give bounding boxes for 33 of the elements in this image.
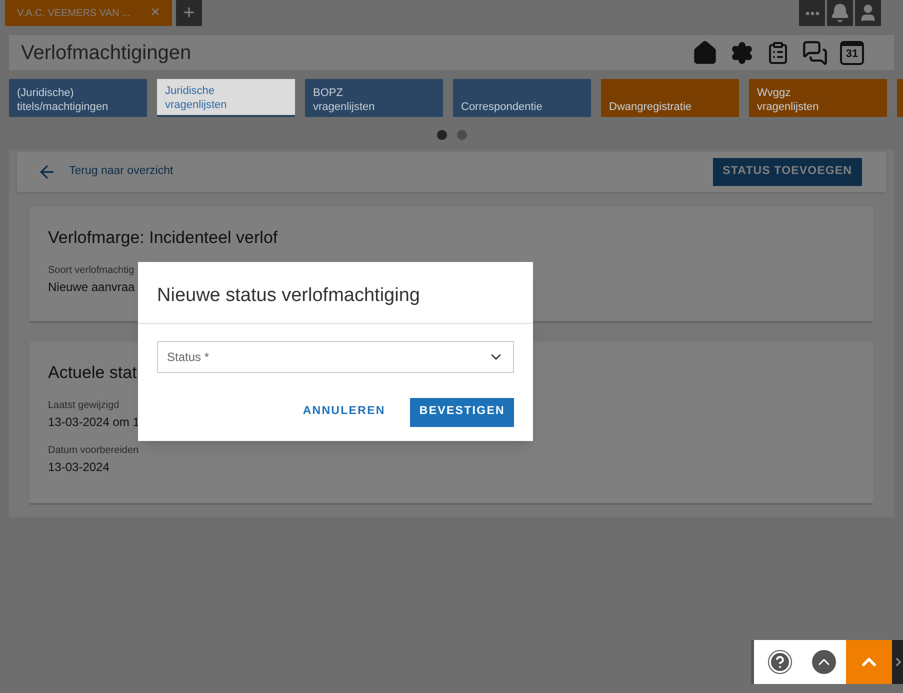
module-tile[interactable]: Wvggz vragenlijsten (749, 79, 887, 117)
field-label: Soort verlofmachtig (48, 264, 134, 278)
next-button[interactable] (892, 640, 903, 684)
add-status-button[interactable]: STATUS TOEVOEGEN (712, 158, 862, 186)
user-button[interactable] (855, 0, 881, 26)
module-tile[interactable]: Juridische vragenlijsten (157, 79, 295, 117)
module-tile[interactable]: Correspondentie (453, 79, 591, 117)
confirm-button[interactable]: BEVESTIGEN (410, 398, 514, 426)
module-tile[interactable]: BOPZ vragenlijsten (305, 79, 443, 117)
card-title: Actuele stat (48, 362, 138, 384)
clipboard-icon[interactable] (766, 40, 790, 64)
field-value: Nieuwe aanvraa (48, 278, 135, 296)
dialog-title: Nieuwe status verlofmachtiging (138, 262, 533, 324)
help-icon (768, 650, 792, 674)
more-icon (806, 12, 818, 14)
notifications-button[interactable] (827, 0, 853, 26)
card-title: Verlofmarge: Incidenteel verlof (48, 227, 279, 249)
page-title: Verlofmachtigingen (21, 40, 192, 66)
module-tile[interactable]: (Juridische) titels/machtigingen (9, 79, 147, 117)
calendar-icon[interactable]: 31 (840, 40, 864, 64)
chevron-up-icon (812, 650, 836, 674)
chat-icon[interactable] (802, 40, 828, 66)
back-link[interactable]: Terug naar overzicht (69, 163, 174, 181)
bell-icon (830, 3, 850, 23)
field-label: Datum voorbereiden (48, 444, 139, 458)
module-tile[interactable]: Dwangregistratie (601, 79, 739, 117)
status-select[interactable]: Status * (157, 340, 514, 372)
cancel-button[interactable]: ANNULEREN (294, 398, 394, 426)
home-icon[interactable] (692, 40, 718, 66)
field-label: Laatst gewijzigd (48, 398, 120, 412)
field-value: 13-03-2024 (48, 458, 110, 476)
add-tab-button[interactable]: + (176, 0, 202, 26)
more-button[interactable] (799, 0, 825, 26)
